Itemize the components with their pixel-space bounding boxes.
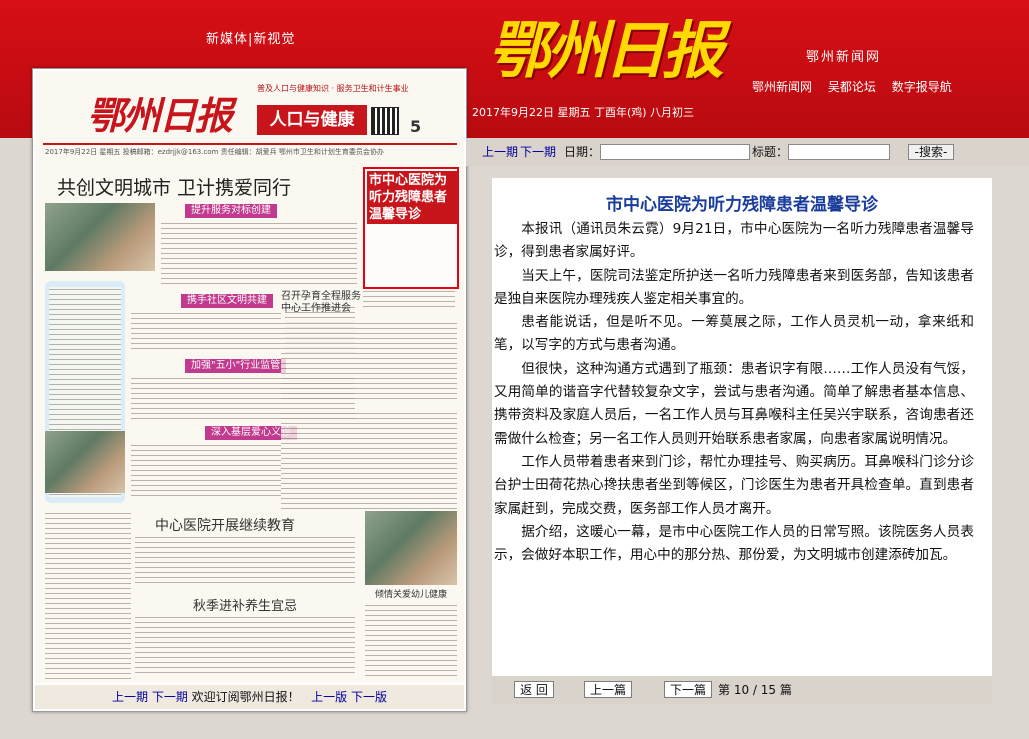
header-slogan: 新媒体|新视觉 — [206, 32, 296, 47]
article-paragraph: 据介绍，这暖心一幕，是市中心医院工作人员的日常写照。该院医务人员表示，会做好本职… — [494, 523, 974, 564]
nav-link-digital-nav[interactable]: 数字报导航 — [892, 80, 952, 94]
prev-article-button[interactable]: 上一篇 — [584, 681, 632, 698]
page-text-block — [281, 411, 457, 511]
date-input[interactable] — [600, 144, 750, 160]
site-name[interactable]: 鄂州新闻网 — [806, 46, 881, 65]
page-text-block — [45, 511, 131, 681]
page-text-block — [131, 443, 281, 499]
article-panel: 市中心医院为听力残障患者温馨导诊 本报讯（通讯员朱云霓）9月21日，市中心医院为… — [492, 178, 992, 678]
page-photo-1 — [45, 203, 155, 271]
highlighted-article-title[interactable]: 市中心医院为听力残障患者温馨导诊 — [367, 171, 459, 224]
article-paragraph: 本报讯（通讯员朱云霓）9月21日，市中心医院为一名听力残障患者温馨导诊，得到患者… — [494, 221, 974, 261]
qr-code-icon — [371, 107, 399, 135]
search-button[interactable]: -搜索- — [908, 144, 954, 160]
paper-prev-period-link[interactable]: 上一期 — [112, 690, 148, 704]
page-section-name: 人口与健康 — [257, 105, 367, 135]
newspaper-page-image[interactable]: 鄂州日报 普及人口与健康知识 · 服务卫生和计生事业 人口与健康 5 2017年… — [35, 71, 464, 683]
page-logo: 鄂州日报 — [87, 93, 233, 138]
page-headline[interactable]: 共创文明城市 卫计携爱同行 — [57, 173, 291, 200]
article-title: 市中心医院为听力残障患者温馨导诊 — [606, 195, 878, 215]
masthead-logo[interactable]: 鄂州日报 — [488, 12, 738, 90]
page-section-head-2[interactable]: 中心医院开展继续教育 — [155, 515, 295, 535]
next-period-link[interactable]: 下一期 — [520, 138, 556, 166]
paper-next-page-link[interactable]: 下一版 — [351, 690, 387, 704]
page-subhead-2[interactable]: 携手社区文明共建 — [181, 294, 273, 308]
nav-link-forum[interactable]: 吴都论坛 — [828, 80, 876, 94]
next-article-button[interactable]: 下一篇 — [664, 681, 712, 698]
page-subhead-3[interactable]: 加强"五小"行业监管 — [185, 359, 287, 373]
page-section-head-1[interactable]: 召开孕育全程服务中心工作推进会 — [281, 291, 361, 315]
back-button[interactable]: 返 回 — [514, 681, 554, 698]
article-paragraph: 工作人员带着患者来到门诊，帮忙办理挂号、购买病历。耳鼻喉科门诊分诊台护士田荷花热… — [494, 453, 974, 517]
page-text-block — [365, 603, 457, 679]
date-label: 日期： — [564, 145, 601, 159]
search-bar: 上一期 下一期 日期： 标题： -搜索- — [466, 138, 1029, 166]
article-paragraph: 但很快，这种沟通方式遇到了瓶颈：患者识字有限……工作人员没有气馁，又用简单的谐音… — [494, 360, 974, 447]
prev-period-link[interactable]: 上一期 — [482, 138, 518, 166]
page-text-block — [135, 615, 355, 677]
page-text-block — [363, 289, 455, 307]
page-text-block — [135, 535, 355, 585]
page-rule — [43, 143, 457, 145]
paper-prev-page-link[interactable]: 上一版 — [311, 690, 347, 704]
paper-welcome-text: 欢迎订阅鄂州日报！ — [191, 690, 300, 704]
page-photo-2 — [45, 431, 125, 493]
newspaper-page-frame: 鄂州日报 普及人口与健康知识 · 服务卫生和计生事业 人口与健康 5 2017年… — [32, 68, 467, 712]
page-section-head-3[interactable]: 秋季进补养生宜忌 — [193, 595, 297, 614]
title-input[interactable] — [788, 144, 890, 160]
header-nav: 鄂州新闻网 吴都论坛 数字报导航 — [752, 78, 964, 95]
page-photo-3 — [365, 511, 457, 585]
article-body: 本报讯（通讯员朱云霓）9月21日，市中心医院为一名听力残障患者温馨导诊，得到患者… — [492, 218, 974, 567]
nav-link-news[interactable]: 鄂州新闻网 — [752, 80, 812, 94]
page-subhead-1[interactable]: 提升服务对标创建 — [185, 204, 277, 218]
page-text-block — [131, 311, 281, 351]
article-count: 第 10 / 15 篇 — [718, 683, 792, 697]
paper-next-period-link[interactable]: 下一期 — [152, 690, 188, 704]
page-info-line: 2017年9月22日 星期五 投稿邮箱：ezdrjjk@163.com 责任编辑… — [45, 148, 384, 156]
date-line: 2017年9月22日 星期五 丁酉年(鸡) 八月初三 — [472, 106, 695, 119]
paper-footer-nav: 上一期 下一期 欢迎订阅鄂州日报！ 上一版 下一版 — [35, 685, 464, 709]
page-text-block — [281, 321, 457, 401]
article-paragraph: 患者能说话，但是听不见。一筹莫展之际，工作人员灵机一动，拿来纸和笔，以写字的方式… — [494, 314, 974, 354]
page-text-block — [161, 221, 357, 287]
page-number: 5 — [410, 117, 422, 136]
page-tagline: 普及人口与健康知识 · 服务卫生和计生事业 — [257, 84, 409, 93]
title-label: 标题： — [752, 145, 789, 159]
article-paragraph: 当天上午，医院司法鉴定所护送一名听力残障患者来到医务部，告知该患者是独自来医院办… — [494, 267, 974, 307]
page-section-head-4[interactable]: 倾情关爱幼儿健康 — [375, 587, 457, 600]
